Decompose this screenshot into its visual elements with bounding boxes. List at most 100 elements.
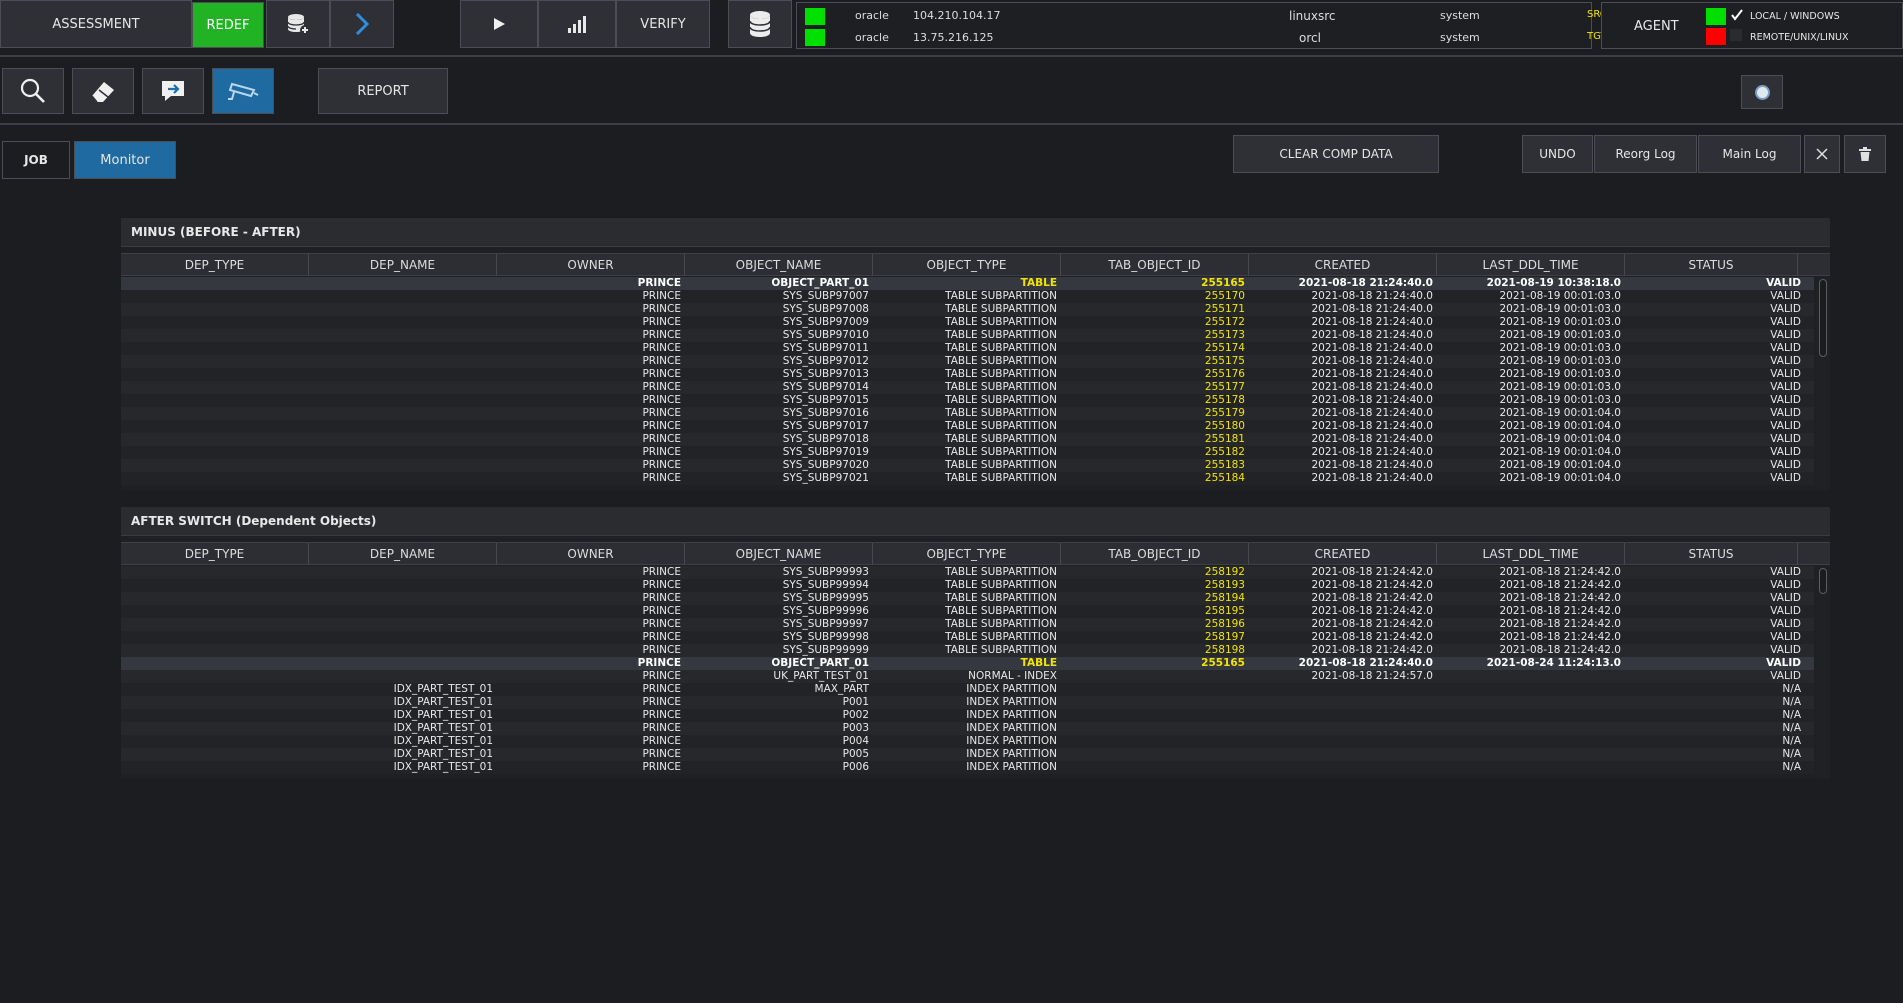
column-header-last-ddl-time[interactable]: LAST_DDL_TIME (1437, 543, 1625, 565)
table-row[interactable]: PRINCE SYS_SUBP99997 TABLE SUBPARTITION 258… (121, 618, 1814, 631)
table-row[interactable]: IDX_PART_TEST_01 PRINCE P004 INDEX PARTITIO… (121, 735, 1814, 748)
table-row[interactable]: PRINCE SYS_SUBP97010 TABLE SUBPARTITION 255… (121, 329, 1814, 342)
database-button[interactable] (728, 0, 792, 48)
conn-user: oracle (855, 31, 889, 44)
table-row[interactable]: IDX_PART_TEST_01 PRINCE P002 INDEX PARTITIO… (121, 709, 1814, 722)
table-row[interactable]: PRINCE SYS_SUBP97009 TABLE SUBPARTITION 255… (121, 316, 1814, 329)
tab-monitor[interactable]: Monitor (74, 141, 176, 179)
eraser-icon (91, 82, 114, 103)
table-row[interactable]: PRINCE SYS_SUBP97020 TABLE SUBPARTITION 255… (121, 459, 1814, 472)
column-header-dep-type[interactable]: DEP_TYPE (121, 543, 309, 565)
minus-table-body[interactable]: PRINCE OBJECT_PART_01 TABLE 255165 2021-08-1… (121, 277, 1814, 488)
report-button[interactable]: REPORT (318, 68, 448, 114)
column-header-object-type[interactable]: OBJECT_TYPE (873, 543, 1061, 565)
table-row[interactable]: PRINCE UK_PART_TEST_01 NORMAL - INDEX 2021-… (121, 670, 1814, 683)
reorg-log-button[interactable]: Reorg Log (1594, 135, 1697, 173)
table-row[interactable]: PRINCE SYS_SUBP99995 TABLE SUBPARTITION 258… (121, 592, 1814, 605)
table-row[interactable]: IDX_PART_TEST_01 PRINCE P006 INDEX PARTITIO… (121, 761, 1814, 774)
table-row[interactable]: PRINCE SYS_SUBP97019 TABLE SUBPARTITION 255… (121, 446, 1814, 459)
table-row[interactable]: PRINCE SYS_SUBP99993 TABLE SUBPARTITION 258… (121, 566, 1814, 579)
scroll-thumb[interactable] (1819, 568, 1827, 594)
cell-dep-name: IDX_PART_TEST_01 (393, 735, 493, 747)
close-button[interactable] (1804, 135, 1840, 173)
divider (0, 123, 1903, 125)
agent-local-option[interactable]: LOCAL / WINDOWS (1750, 11, 1840, 22)
column-header-tab-object-id[interactable]: TAB_OBJECT_ID (1061, 543, 1249, 565)
column-header-owner[interactable]: OWNER (497, 543, 685, 565)
run-button[interactable] (460, 0, 538, 48)
delete-button[interactable] (1844, 135, 1886, 173)
cell-status: VALID (1770, 342, 1801, 354)
next-button[interactable] (330, 0, 394, 48)
table-row[interactable]: PRINCE SYS_SUBP97007 TABLE SUBPARTITION 255… (121, 290, 1814, 303)
close-icon (1816, 148, 1828, 160)
cell-created: 2021-08-18 21:24:40.0 (1311, 381, 1433, 393)
redef-button[interactable]: REDEF (192, 2, 264, 48)
column-header-object-name[interactable]: OBJECT_NAME (685, 543, 873, 565)
column-header-owner[interactable]: OWNER (497, 254, 685, 276)
table-row[interactable]: PRINCE SYS_SUBP97017 TABLE SUBPARTITION 255… (121, 420, 1814, 433)
eraser-button[interactable] (72, 68, 134, 114)
vertical-scrollbar[interactable] (1816, 566, 1830, 777)
cell-tab-object-id: 255171 (1204, 303, 1245, 315)
table-row[interactable]: PRINCE SYS_SUBP99999 TABLE SUBPARTITION 258… (121, 644, 1814, 657)
cell-status: VALID (1770, 644, 1801, 656)
status-toggle-button[interactable] (1741, 75, 1783, 109)
table-row[interactable]: PRINCE SYS_SUBP97018 TABLE SUBPARTITION 255… (121, 433, 1814, 446)
column-header-dep-name[interactable]: DEP_NAME (309, 543, 497, 565)
add-database-button[interactable] (266, 0, 330, 48)
tab-job[interactable]: JOB (2, 141, 70, 179)
cell-tab-object-id (1061, 735, 1249, 748)
column-header-created[interactable]: CREATED (1249, 543, 1437, 565)
column-header-status[interactable]: STATUS (1625, 254, 1798, 276)
cell-last-ddl-time: 2021-08-19 00:01:04.0 (1499, 420, 1621, 432)
table-row[interactable]: PRINCE SYS_SUBP97014 TABLE SUBPARTITION 255… (121, 381, 1814, 394)
column-header-dep-type[interactable]: DEP_TYPE (121, 254, 309, 276)
table-row[interactable]: IDX_PART_TEST_01 PRINCE P003 INDEX PARTITIO… (121, 722, 1814, 735)
after-table-body[interactable]: PRINCE SYS_SUBP99993 TABLE SUBPARTITION 258… (121, 566, 1814, 777)
assessment-button[interactable]: ASSESSMENT (0, 0, 192, 48)
vertical-scrollbar[interactable] (1816, 277, 1830, 488)
table-row[interactable]: PRINCE SYS_SUBP97015 TABLE SUBPARTITION 255… (121, 394, 1814, 407)
column-header-object-type[interactable]: OBJECT_TYPE (873, 254, 1061, 276)
main-log-button[interactable]: Main Log (1698, 135, 1801, 173)
column-header-dep-name[interactable]: DEP_NAME (309, 254, 497, 276)
table-row[interactable]: IDX_PART_TEST_01 PRINCE P001 INDEX PARTITIO… (121, 696, 1814, 709)
table-row[interactable]: PRINCE SYS_SUBP97013 TABLE SUBPARTITION 255… (121, 368, 1814, 381)
table-row[interactable]: PRINCE OBJECT_PART_01 TABLE 255165 2021-08-1… (121, 277, 1814, 290)
verify-button[interactable]: VERIFY (616, 0, 710, 48)
clear-comp-data-button[interactable]: CLEAR COMP DATA (1233, 135, 1439, 173)
camera-button[interactable] (212, 68, 274, 114)
remote-checkbox[interactable] (1730, 29, 1742, 41)
cell-object-type: TABLE SUBPARTITION (945, 420, 1057, 432)
table-row[interactable]: PRINCE SYS_SUBP99996 TABLE SUBPARTITION 258… (121, 605, 1814, 618)
table-row[interactable]: PRINCE SYS_SUBP97011 TABLE SUBPARTITION 255… (121, 342, 1814, 355)
scroll-thumb[interactable] (1819, 279, 1827, 357)
table-row[interactable]: IDX_PART_TEST_01 PRINCE MAX_PART INDEX PART… (121, 683, 1814, 696)
column-header-last-ddl-time[interactable]: LAST_DDL_TIME (1437, 254, 1625, 276)
column-header-tab-object-id[interactable]: TAB_OBJECT_ID (1061, 254, 1249, 276)
table-row[interactable]: PRINCE SYS_SUBP99994 TABLE SUBPARTITION 258… (121, 579, 1814, 592)
table-row[interactable]: PRINCE OBJECT_PART_01 TABLE 255165 2021-08-1… (121, 657, 1814, 670)
stats-button[interactable] (538, 0, 616, 48)
table-row[interactable]: PRINCE SYS_SUBP97021 TABLE SUBPARTITION 255… (121, 472, 1814, 485)
table-row[interactable]: PRINCE SYS_SUBP97012 TABLE SUBPARTITION 255… (121, 355, 1814, 368)
cell-object-type: TABLE SUBPARTITION (945, 290, 1057, 302)
column-header-object-name[interactable]: OBJECT_NAME (685, 254, 873, 276)
cell-object-name: SYS_SUBP97018 (782, 433, 869, 445)
agent-remote-option[interactable]: REMOTE/UNIX/LINUX (1750, 32, 1849, 43)
table-row[interactable]: PRINCE SYS_SUBP99998 TABLE SUBPARTITION 258… (121, 631, 1814, 644)
cell-tab-object-id: 258194 (1204, 592, 1245, 604)
table-row[interactable]: PRINCE SYS_SUBP97016 TABLE SUBPARTITION 255… (121, 407, 1814, 420)
table-row[interactable]: IDX_PART_TEST_01 PRINCE P005 INDEX PARTITIO… (121, 748, 1814, 761)
column-header-created[interactable]: CREATED (1249, 254, 1437, 276)
column-header-status[interactable]: STATUS (1625, 543, 1798, 565)
table-row[interactable]: PRINCE SYS_SUBP97008 TABLE SUBPARTITION 255… (121, 303, 1814, 316)
cell-owner: PRINCE (642, 472, 681, 484)
cell-dep-type (121, 381, 309, 394)
checkmark-icon (1731, 9, 1743, 21)
cell-owner: PRINCE (642, 631, 681, 643)
search-button[interactable] (2, 68, 64, 114)
transfer-button[interactable] (142, 68, 204, 114)
undo-button[interactable]: UNDO (1522, 135, 1593, 173)
